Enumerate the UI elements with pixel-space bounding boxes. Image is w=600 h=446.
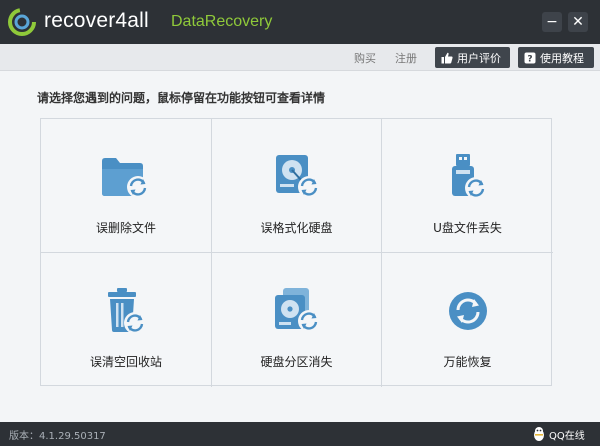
minimize-button[interactable]: − — [542, 12, 562, 32]
svg-text:?: ? — [527, 54, 532, 63]
option-deleted-files[interactable]: 误删除文件 — [41, 119, 212, 253]
disk-partition-icon — [269, 283, 325, 339]
option-universal-recovery[interactable]: 万能恢复 — [382, 253, 553, 387]
toolbar: 购买 注册 用户评价 ? 使用教程 — [0, 44, 600, 71]
version-text: 版本：4.1.29.50317 — [9, 431, 106, 442]
usb-drive-icon — [440, 149, 496, 205]
option-label: 误删除文件 — [95, 221, 156, 235]
option-label: U盘文件丢失 — [433, 221, 502, 235]
instruction-text: 请选择您遇到的问题，鼠标停留在功能按钮可查看详情 — [37, 91, 326, 105]
option-label: 误清空回收站 — [89, 355, 162, 369]
tutorial-button[interactable]: ? 使用教程 — [518, 47, 594, 68]
thumbs-up-icon — [441, 52, 453, 63]
register-link[interactable]: 注册 — [395, 50, 417, 66]
option-label: 误格式化硬盘 — [260, 221, 333, 235]
option-label: 万能恢复 — [443, 355, 492, 369]
status-bar: 版本：4.1.29.50317 QQ在线 — [0, 422, 600, 446]
universal-recover-icon — [440, 283, 496, 339]
product-name: DataRecovery — [171, 13, 273, 30]
minimize-icon: − — [546, 14, 558, 30]
close-icon: ✕ — [572, 14, 584, 30]
user-review-label: 用户评价 — [457, 51, 501, 65]
user-review-button[interactable]: 用户评价 — [435, 47, 510, 68]
option-usb-lost-files[interactable]: U盘文件丢失 — [382, 119, 553, 253]
title-bar: recover4all DataRecovery − ✕ — [0, 0, 600, 44]
qq-online-label: QQ在线 — [549, 430, 585, 442]
recycle-bin-icon — [98, 283, 154, 339]
option-recycle-bin-emptied[interactable]: 误清空回收站 — [41, 253, 212, 387]
folder-recover-icon — [98, 149, 154, 205]
app-window: recover4all DataRecovery − ✕ 购买 注册 用户评价 … — [0, 0, 600, 446]
help-icon: ? — [524, 52, 536, 64]
option-formatted-disk[interactable]: 误格式化硬盘 — [212, 119, 382, 253]
option-label: 硬盘分区消失 — [260, 355, 333, 369]
disk-format-icon — [269, 149, 325, 205]
qq-online-button[interactable]: QQ在线 — [532, 425, 585, 443]
app-logo-icon — [8, 8, 36, 36]
brand-name: recover4all — [44, 9, 149, 32]
recovery-options-grid: 误删除文件 误格式化硬盘 U盘文件丢失 误清空回收站 硬盘分区消失 万能恢复 — [40, 118, 553, 387]
option-partition-missing[interactable]: 硬盘分区消失 — [212, 253, 382, 387]
close-button[interactable]: ✕ — [568, 12, 588, 32]
qq-penguin-icon — [534, 427, 544, 441]
buy-link[interactable]: 购买 — [354, 50, 376, 66]
tutorial-label: 使用教程 — [540, 51, 584, 65]
